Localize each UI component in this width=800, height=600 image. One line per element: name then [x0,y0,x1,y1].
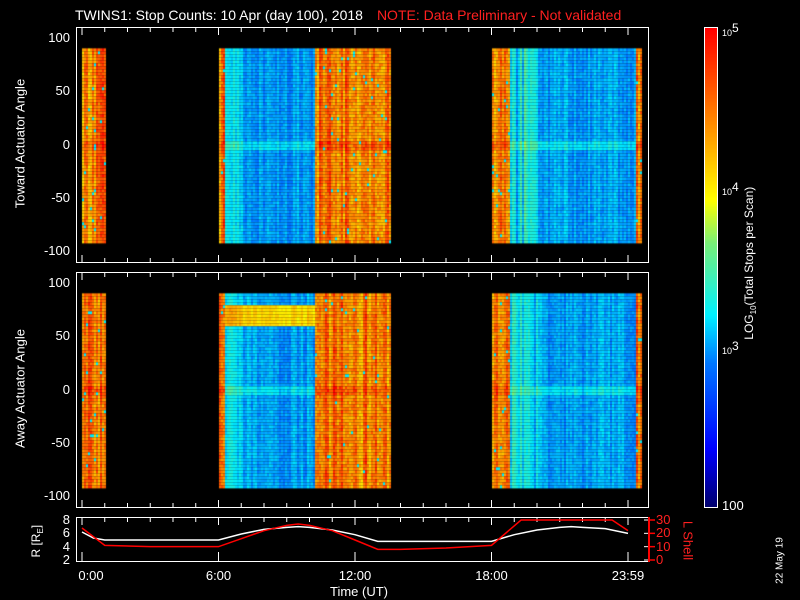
lshell-tick-label: 0 [656,552,664,567]
time-tick-label: 23:59 [611,568,645,583]
lshell-axis-label: L Shell [680,520,696,561]
cb-tick-base: 100 [722,498,744,513]
time-tick-label: 6:00 [205,568,232,583]
time-tick-label: 12:00 [338,568,372,583]
cb-label-rest: (Total Stops per Scan) [741,186,756,306]
cb-label-sub: 10 [749,305,759,315]
r-label: R [R [28,533,43,558]
colorbar-tick: 103 [722,339,739,356]
colorbar-frame [704,27,718,508]
colorbar-tick: 105 [722,21,739,38]
colorbar-label: LOG10(Total Stops per Scan) [742,163,758,363]
colorbar-tick: 100 [722,498,744,513]
r-distance-line [81,525,629,543]
time-xlabel: Time (UT) [330,584,389,599]
colorbar-tick: 104 [722,180,739,197]
time-tick-label: 18:00 [475,568,508,583]
cb-label-main: LOG [741,314,756,340]
date-stamp: 22 May 19 [774,537,786,584]
cb-tick-exp: 5 [732,21,739,35]
cb-tick-exp: 4 [732,180,739,194]
cb-tick-base: 10 [722,28,733,38]
r-tick-label: 2 [62,552,70,567]
r-axis-label: R [RE] [29,516,45,566]
time-tick-label: 0:00 [78,568,104,583]
r-label-sub: E [36,528,46,534]
r-label-end: ] [28,524,43,529]
cb-tick-base: 10 [722,346,733,356]
cb-tick-exp: 3 [732,339,739,353]
cb-tick-base: 10 [722,187,733,197]
